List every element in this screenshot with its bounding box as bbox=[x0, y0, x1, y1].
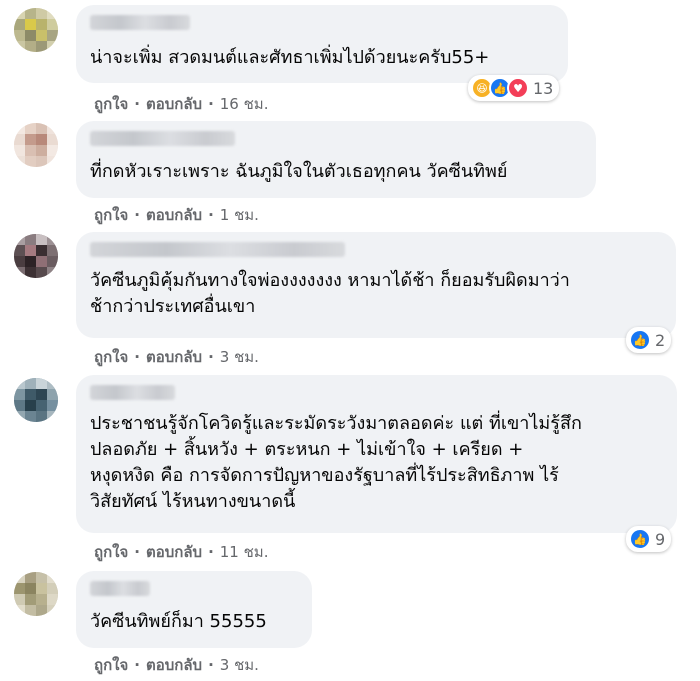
like-link[interactable]: ถูกใจ bbox=[94, 95, 128, 113]
timestamp[interactable]: 1 ชม. bbox=[220, 206, 259, 224]
comment-text: วัคซีนภูมิคุ้มกันทางใจพ่องงงงงงง หามาได้… bbox=[90, 270, 570, 317]
comment-bubble: วัคซีนทิพย์ก็มา 55555 bbox=[76, 571, 312, 648]
comment-text: ประชาชนรู้จักโควิดรู้และระมัดระวังมาตลอด… bbox=[90, 413, 582, 512]
comment-text: วัคซีนทิพย์ก็มา 55555 bbox=[90, 611, 267, 632]
like-icon: 👍 bbox=[629, 329, 651, 351]
love-icon: ♥ bbox=[507, 77, 529, 99]
author-name[interactable] bbox=[90, 242, 345, 257]
avatar[interactable] bbox=[14, 378, 58, 422]
timestamp[interactable]: 16 ชม. bbox=[220, 95, 269, 113]
comment-text: น่าจะเพิ่ม สวดมนต์และศัทธาเพิ่มไปด้วยนะค… bbox=[90, 47, 490, 68]
comment-actions: ถูกใจ · ตอบกลับ · 3 ชม. bbox=[94, 656, 259, 674]
like-link[interactable]: ถูกใจ bbox=[94, 543, 128, 561]
reply-link[interactable]: ตอบกลับ bbox=[146, 206, 202, 224]
reaction-summary[interactable]: 😆 👍 ♥ 13 bbox=[468, 75, 560, 101]
comment: ประชาชนรู้จักโควิดรู้และระมัดระวังมาตลอด… bbox=[0, 370, 700, 565]
avatar[interactable] bbox=[14, 572, 58, 616]
comment: น่าจะเพิ่ม สวดมนต์และศัทธาเพิ่มไปด้วยนะค… bbox=[0, 0, 700, 115]
reaction-count: 13 bbox=[533, 78, 554, 98]
timestamp[interactable]: 11 ชม. bbox=[220, 543, 269, 561]
reaction-summary[interactable]: 👍 2 bbox=[626, 327, 672, 353]
comment-bubble: ประชาชนรู้จักโควิดรู้และระมัดระวังมาตลอด… bbox=[76, 375, 677, 533]
avatar[interactable] bbox=[14, 8, 58, 52]
author-name[interactable] bbox=[90, 581, 150, 596]
like-icon: 👍 bbox=[629, 528, 651, 550]
comment-actions: ถูกใจ · ตอบกลับ · 3 ชม. bbox=[94, 348, 259, 366]
comment-actions: ถูกใจ · ตอบกลับ · 16 ชม. bbox=[94, 95, 269, 113]
like-link[interactable]: ถูกใจ bbox=[94, 206, 128, 224]
comment-bubble: วัคซีนภูมิคุ้มกันทางใจพ่องงงงงงง หามาได้… bbox=[76, 232, 676, 338]
reply-link[interactable]: ตอบกลับ bbox=[146, 95, 202, 113]
comment-bubble: น่าจะเพิ่ม สวดมนต์และศัทธาเพิ่มไปด้วยนะค… bbox=[76, 5, 568, 83]
author-name[interactable] bbox=[90, 15, 190, 30]
like-link[interactable]: ถูกใจ bbox=[94, 348, 128, 366]
reaction-count: 2 bbox=[655, 330, 666, 350]
comment: ที่กดหัวเราะเพราะ ฉันภูมิใจในตัวเธอทุกคน… bbox=[0, 115, 700, 227]
timestamp[interactable]: 3 ชม. bbox=[220, 348, 259, 366]
reaction-summary[interactable]: 👍 9 bbox=[626, 526, 672, 552]
comment: วัคซีนภูมิคุ้มกันทางใจพ่องงงงงงง หามาได้… bbox=[0, 227, 700, 370]
reaction-count: 9 bbox=[655, 529, 666, 549]
avatar[interactable] bbox=[14, 123, 58, 167]
comment-text: ที่กดหัวเราะเพราะ ฉันภูมิใจในตัวเธอทุกคน… bbox=[90, 161, 508, 182]
comment: วัคซีนทิพย์ก็มา 55555 ถูกใจ · ตอบกลับ · 3 ชม… bbox=[0, 565, 700, 681]
author-name[interactable] bbox=[90, 131, 235, 146]
comment-bubble: ที่กดหัวเราะเพราะ ฉันภูมิใจในตัวเธอทุกคน… bbox=[76, 121, 596, 198]
avatar[interactable] bbox=[14, 234, 58, 278]
timestamp[interactable]: 3 ชม. bbox=[220, 656, 259, 674]
reply-link[interactable]: ตอบกลับ bbox=[146, 543, 202, 561]
reply-link[interactable]: ตอบกลับ bbox=[146, 656, 202, 674]
like-link[interactable]: ถูกใจ bbox=[94, 656, 128, 674]
comment-actions: ถูกใจ · ตอบกลับ · 1 ชม. bbox=[94, 206, 259, 224]
reply-link[interactable]: ตอบกลับ bbox=[146, 348, 202, 366]
author-name[interactable] bbox=[90, 385, 175, 400]
comment-actions: ถูกใจ · ตอบกลับ · 11 ชม. bbox=[94, 543, 269, 561]
